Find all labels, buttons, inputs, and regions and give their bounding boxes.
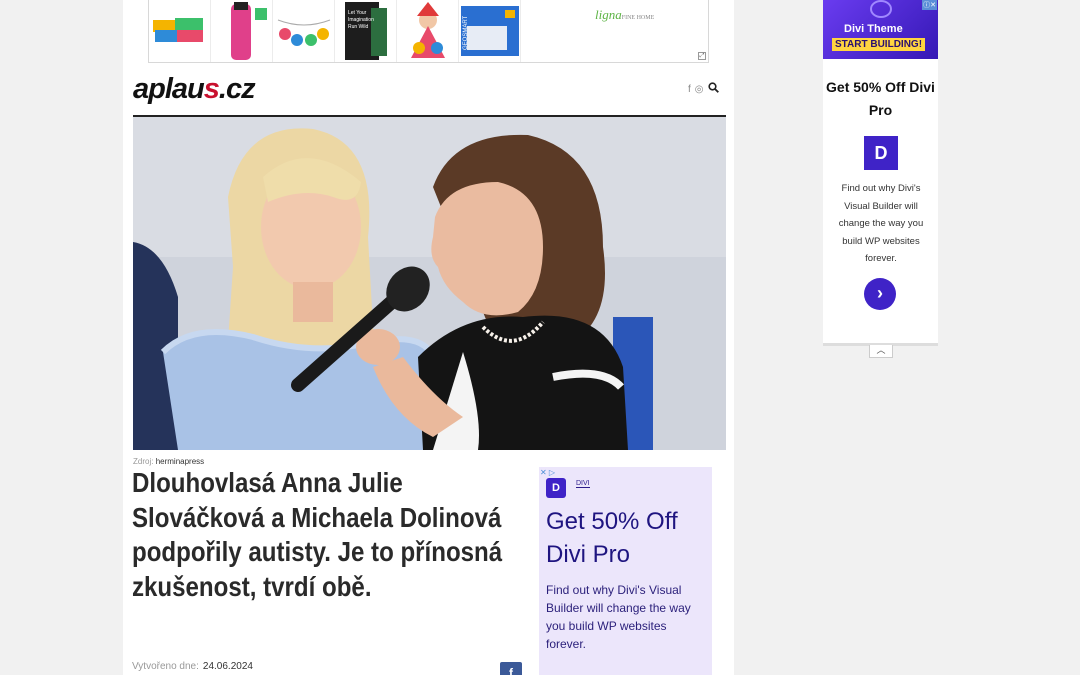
sidebar-ad-banner[interactable]: Divi Theme START BUILDING! ⓘ✕ xyxy=(823,0,938,59)
banner-line2[interactable]: START BUILDING! xyxy=(832,38,926,51)
sidebar-ad-description: Find out why Divi's Visual Builder will … xyxy=(838,183,924,264)
header-icons: f ◎ xyxy=(688,82,719,96)
adchoices-corner-icon[interactable]: ⤢ xyxy=(698,52,706,60)
ad-product-ornaments[interactable] xyxy=(273,0,335,62)
svg-text:Imagination: Imagination xyxy=(348,17,374,23)
ad-title[interactable]: Get 50% Off Divi Pro xyxy=(546,505,706,571)
ad-brand-logo[interactable]: lignaFINE HOME xyxy=(595,7,654,23)
ad-brand-name: ligna xyxy=(595,7,622,22)
svg-text:Run Wild: Run Wild xyxy=(348,24,369,30)
sidebar-ad[interactable]: Divi Theme START BUILDING! ⓘ✕ Get 50% Of… xyxy=(823,0,938,358)
logo-tld: .cz xyxy=(218,73,256,105)
photo-credit-value[interactable]: herminapress xyxy=(156,457,204,466)
chevron-up-icon[interactable]: ︿ xyxy=(869,345,893,358)
ad-product-book[interactable]: Let Your Imagination Run Wild xyxy=(335,0,397,62)
search-icon[interactable] xyxy=(707,82,719,96)
article-headline: Dlouhovlasá Anna Julie Slováčková a Mich… xyxy=(132,467,503,602)
svg-text:GEOSMART: GEOSMART xyxy=(463,15,469,50)
logo-accent: s xyxy=(203,73,220,105)
ad-brand-sub: FINE HOME xyxy=(621,15,655,21)
ad-product-towels[interactable] xyxy=(149,0,211,62)
ad-product-bottle[interactable] xyxy=(211,0,273,62)
created-date: 24.06.2024 xyxy=(202,661,253,672)
adchoices-icon[interactable]: ✕ ▷ xyxy=(540,468,555,477)
ad-product-geosmart[interactable]: GEOSMART xyxy=(459,0,521,62)
ad-brand-name[interactable]: DIVI xyxy=(576,480,590,488)
facebook-share-icon[interactable]: f xyxy=(500,662,522,675)
instagram-icon[interactable]: ◎ xyxy=(695,84,704,95)
divi-logo-icon: D xyxy=(546,478,566,498)
banner-line1: Divi Theme xyxy=(844,23,903,35)
sidebar-ad-title[interactable]: Get 50% Off Divi Pro xyxy=(823,76,938,122)
photo-credit-label: Zdroj: xyxy=(133,457,154,466)
divi-ring-icon xyxy=(870,0,892,18)
top-ad-banner[interactable]: Let Your Imagination Run Wild GEOSMART lig… xyxy=(148,0,709,63)
page: Let Your Imagination Run Wild GEOSMART lig… xyxy=(0,0,1080,675)
divi-logo-icon: D xyxy=(864,136,898,170)
article-hero-image xyxy=(133,117,726,450)
photo-credit: Zdroj: herminapress xyxy=(133,457,204,466)
ad-product-doll[interactable] xyxy=(397,0,459,62)
site-logo[interactable]: aplaus.cz xyxy=(133,73,256,106)
svg-text:Let Your: Let Your xyxy=(348,10,367,16)
article-meta: Vytvořeno dne: 24.06.2024 xyxy=(132,661,253,672)
created-label: Vytvořeno dne: xyxy=(132,661,199,672)
inline-ad[interactable]: ✕ ▷ D DIVI Get 50% Off Divi Pro Find out… xyxy=(539,467,712,675)
chevron-right-icon[interactable]: › xyxy=(864,278,896,310)
facebook-icon[interactable]: f xyxy=(688,84,691,95)
adchoices-icon[interactable]: ⓘ✕ xyxy=(922,0,937,10)
logo-main: aplau xyxy=(133,73,205,105)
ad-description: Find out why Divi's Visual Builder will … xyxy=(546,583,691,651)
